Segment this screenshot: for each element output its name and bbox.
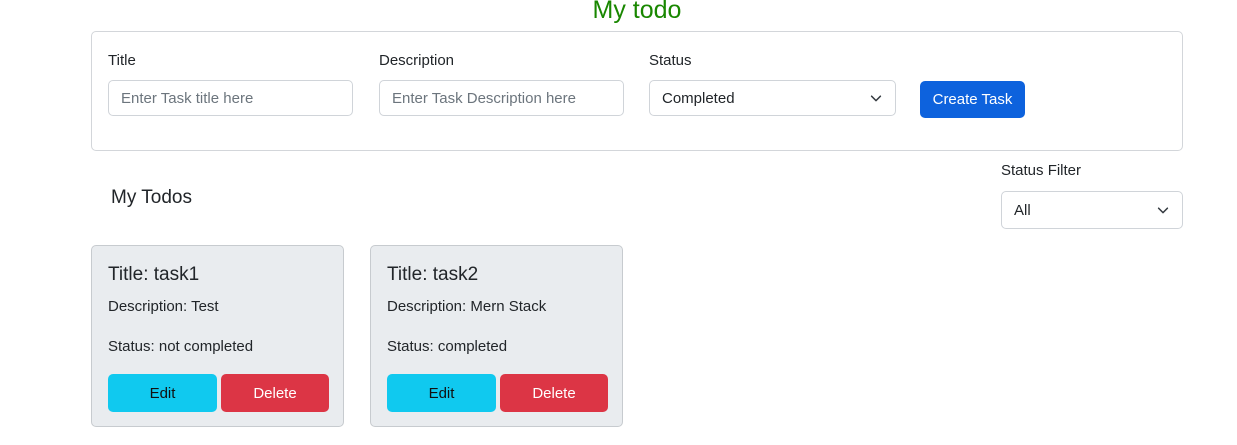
chevron-down-icon	[870, 95, 882, 102]
todo-status: Status: completed	[387, 338, 508, 355]
status-select[interactable]: Completed	[649, 80, 896, 116]
description-label: Description	[379, 52, 455, 69]
status-select-value: Completed	[662, 89, 735, 107]
chevron-down-icon	[1157, 207, 1169, 214]
status-filter-select[interactable]: All	[1001, 191, 1183, 229]
status-label: Status	[649, 52, 692, 69]
title-label: Title	[108, 52, 136, 69]
todo-app: My todo Title Description Status Complet…	[0, 0, 1237, 445]
status-filter-label: Status Filter	[1001, 162, 1082, 179]
todo-description: Description: Test	[108, 298, 219, 315]
edit-button[interactable]: Edit	[387, 374, 496, 412]
delete-button[interactable]: Delete	[500, 374, 608, 412]
todos-heading: My Todos	[111, 187, 192, 208]
title-input[interactable]	[108, 80, 353, 116]
delete-button[interactable]: Delete	[221, 374, 329, 412]
app-title: My todo	[592, 0, 682, 24]
edit-button[interactable]: Edit	[108, 374, 217, 412]
todo-title: Title: task1	[108, 264, 200, 285]
todo-card: Title: task2 Description: Mern Stack Sta…	[370, 245, 623, 427]
description-input[interactable]	[379, 80, 624, 116]
create-task-form: Title Description Status Completed Creat…	[91, 31, 1183, 151]
create-task-button[interactable]: Create Task	[920, 81, 1025, 118]
todo-title: Title: task2	[387, 264, 479, 285]
status-filter-value: All	[1014, 201, 1031, 219]
todo-status: Status: not completed	[108, 338, 254, 355]
todo-description: Description: Mern Stack	[387, 298, 547, 315]
todo-card: Title: task1 Description: Test Status: n…	[91, 245, 344, 427]
